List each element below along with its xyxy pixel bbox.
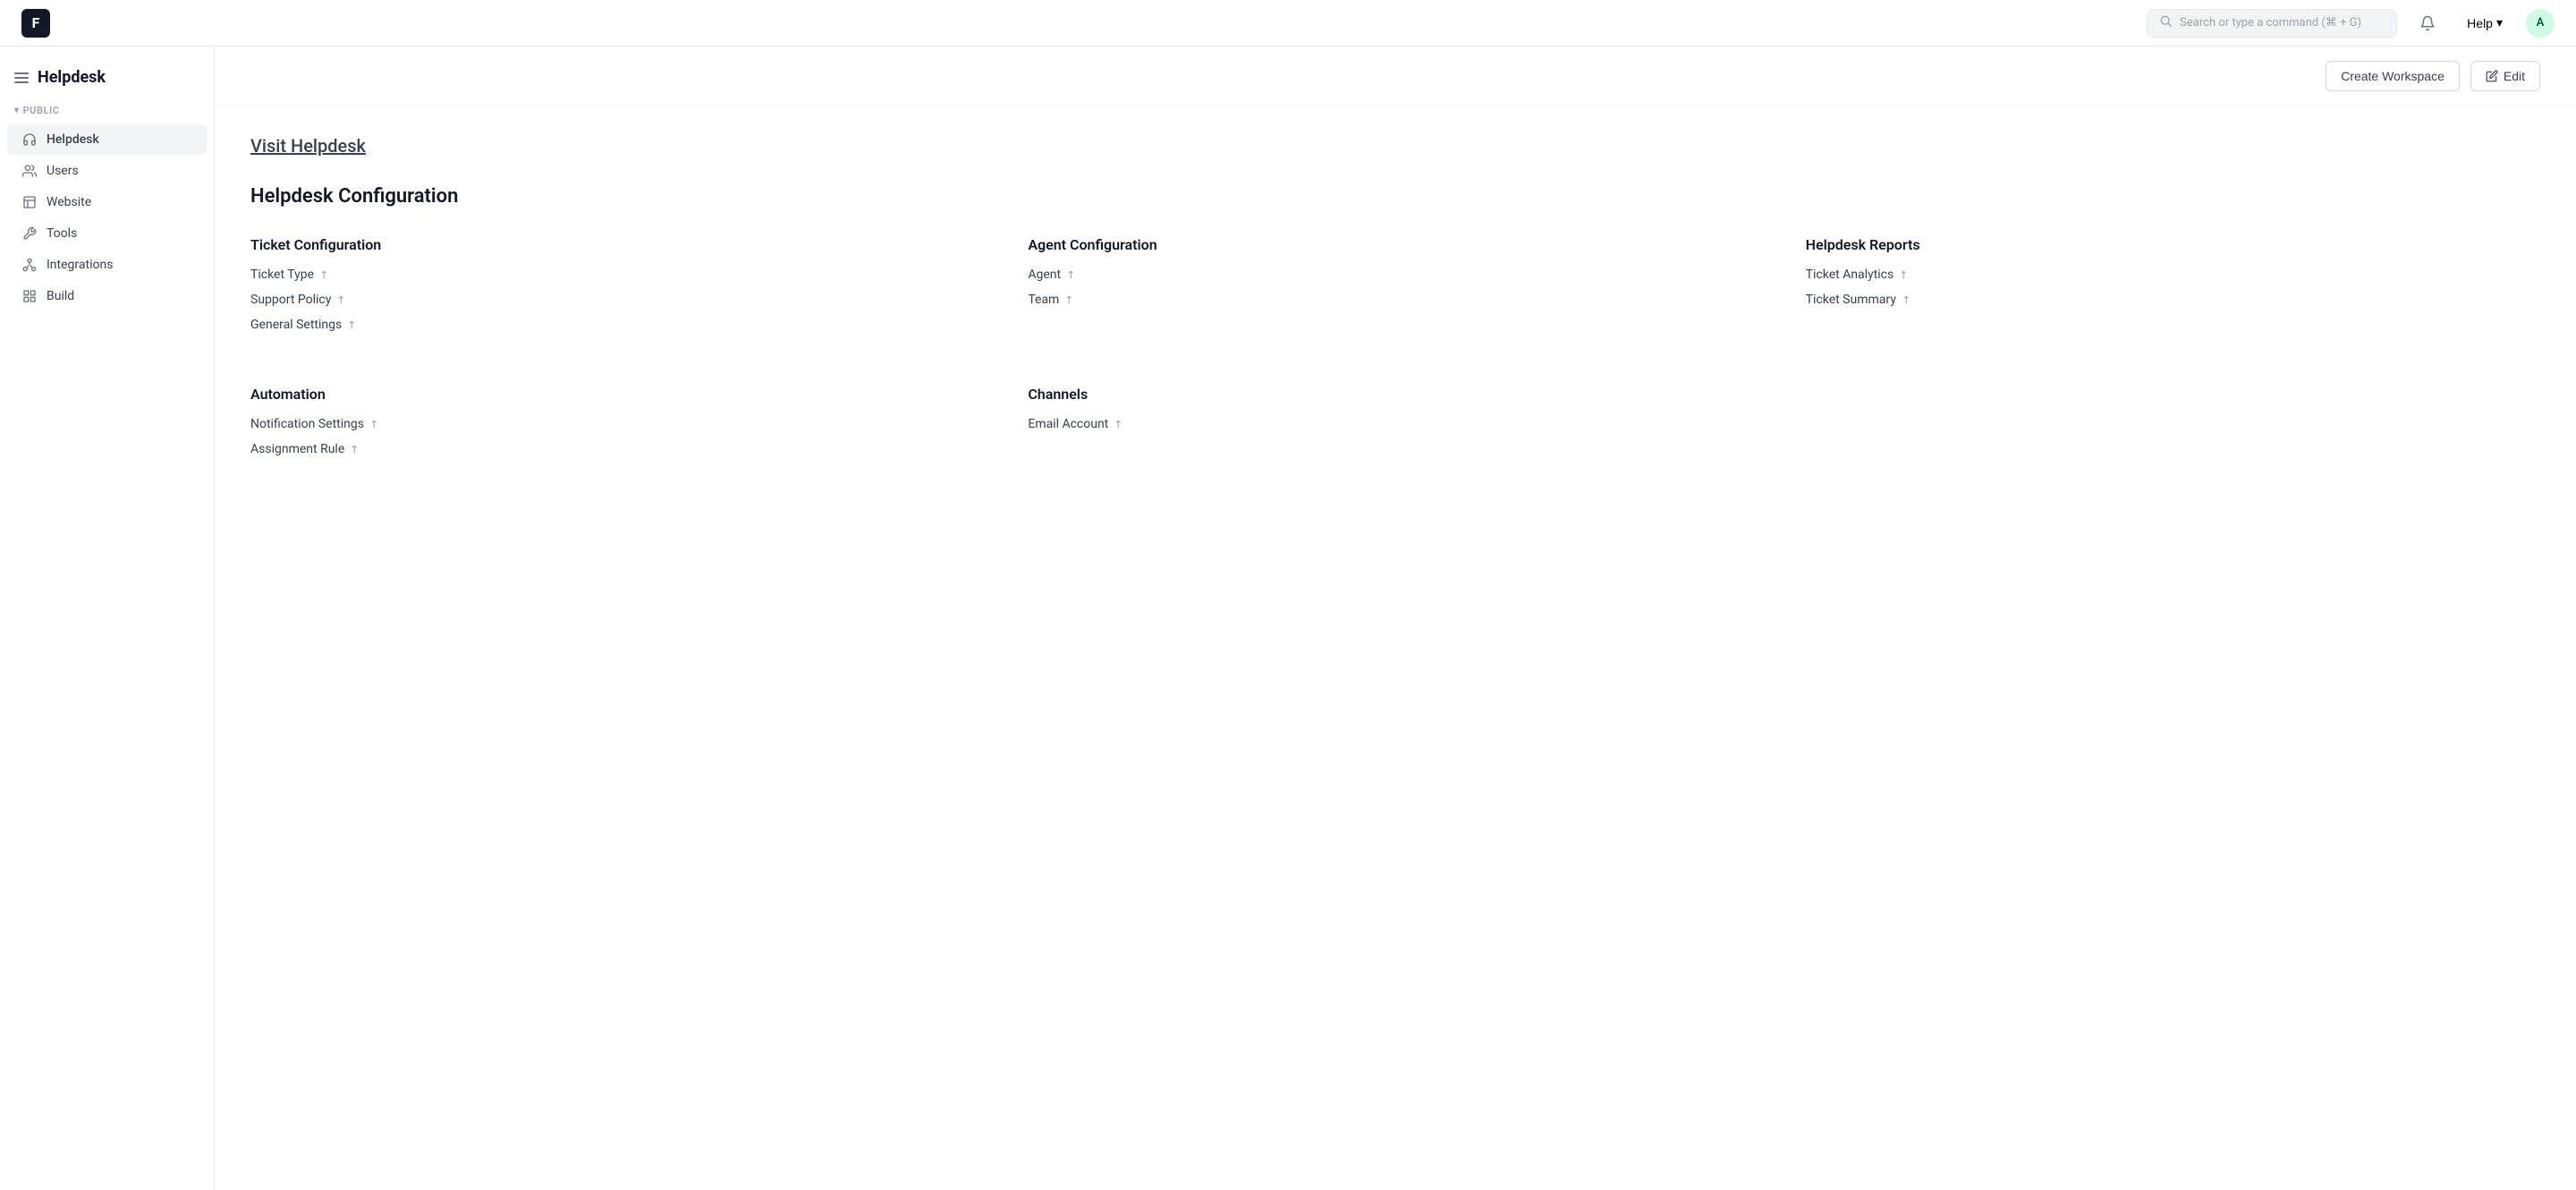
users-icon [21, 163, 38, 179]
email-account-link[interactable]: Email Account ↗ [1028, 417, 1762, 431]
chevron-icon: ▾ [14, 106, 20, 115]
hamburger-icon[interactable] [14, 72, 29, 83]
edit-button[interactable]: Edit [2470, 61, 2540, 91]
arrow-icon: ↗ [347, 441, 362, 456]
help-label: Help [2467, 16, 2493, 30]
support-policy-link[interactable]: Support Policy ↗ [250, 293, 985, 307]
integrations-icon [21, 257, 38, 273]
sidebar-item-users[interactable]: Users [7, 156, 207, 186]
config-grid-bottom: Automation Notification Settings ↗ Assig… [250, 386, 2540, 467]
ticket-summary-link[interactable]: Ticket Summary ↗ [1806, 293, 2540, 307]
agent-config-title: Agent Configuration [1028, 236, 1762, 253]
content-header: Create Workspace Edit [215, 47, 2576, 106]
bell-icon [2419, 15, 2436, 31]
channels-title: Channels [1028, 386, 1762, 403]
automation-section: Automation Notification Settings ↗ Assig… [250, 386, 985, 467]
arrow-icon: ↗ [1896, 267, 1911, 282]
content-area: Create Workspace Edit Visit Helpdesk Hel… [215, 47, 2576, 1190]
agent-link[interactable]: Agent ↗ [1028, 268, 1762, 282]
content-main: Visit Helpdesk Helpdesk Configuration Ti… [215, 106, 2576, 496]
arrow-icon: ↗ [366, 416, 381, 431]
sidebar-item-label: Users [47, 164, 79, 178]
avatar[interactable]: A [2526, 9, 2555, 38]
topbar-left: F [21, 9, 50, 38]
edit-icon [2486, 70, 2498, 82]
helpdesk-reports-section: Helpdesk Reports Ticket Analytics ↗ Tick… [1806, 236, 2540, 343]
topbar-right: Search or type a command (⌘ + G) Help ▾ … [2147, 7, 2555, 39]
automation-title: Automation [250, 386, 985, 403]
sidebar-item-label: Integrations [47, 258, 113, 272]
layout-icon [21, 194, 38, 210]
sidebar: Helpdesk ▾ PUBLIC Helpdesk [0, 47, 215, 1190]
topbar: F Search or type a command (⌘ + G) Help … [0, 0, 2576, 47]
sidebar-item-build[interactable]: Build [7, 281, 207, 311]
headset-icon [21, 132, 38, 148]
sidebar-item-label: Tools [47, 226, 77, 241]
sidebar-item-integrations[interactable]: Integrations [7, 250, 207, 280]
arrow-icon: ↗ [334, 292, 349, 307]
search-bar[interactable]: Search or type a command (⌘ + G) [2147, 9, 2397, 38]
sidebar-item-tools[interactable]: Tools [7, 218, 207, 249]
search-placeholder: Search or type a command (⌘ + G) [2180, 16, 2361, 30]
general-settings-link[interactable]: General Settings ↗ [250, 318, 985, 332]
tools-icon [21, 225, 38, 242]
build-icon [21, 288, 38, 304]
sidebar-section-label: ▾ PUBLIC [0, 101, 214, 123]
ticket-config-title: Ticket Configuration [250, 236, 985, 253]
assignment-rule-link[interactable]: Assignment Rule ↗ [250, 442, 985, 456]
arrow-icon: ↗ [1063, 267, 1079, 282]
chevron-down-icon: ▾ [2496, 15, 2503, 30]
config-title: Helpdesk Configuration [250, 185, 2540, 208]
sidebar-item-website[interactable]: Website [7, 187, 207, 217]
sidebar-item-label: Website [47, 195, 91, 209]
search-icon [2160, 15, 2173, 31]
ticket-config-section: Ticket Configuration Ticket Type ↗ Suppo… [250, 236, 985, 343]
config-grid-top: Ticket Configuration Ticket Type ↗ Suppo… [250, 236, 2540, 343]
agent-config-section: Agent Configuration Agent ↗ Team ↗ [1028, 236, 1762, 343]
sidebar-item-label: Build [47, 289, 74, 303]
sidebar-title: Helpdesk [38, 68, 106, 87]
edit-label: Edit [2504, 69, 2525, 83]
logo[interactable]: F [21, 9, 50, 38]
sidebar-item-helpdesk[interactable]: Helpdesk [7, 124, 207, 155]
ticket-type-link[interactable]: Ticket Type ↗ [250, 268, 985, 282]
ticket-analytics-link[interactable]: Ticket Analytics ↗ [1806, 268, 2540, 282]
channels-section: Channels Email Account ↗ [1028, 386, 1762, 467]
empty-section [1806, 386, 2540, 467]
arrow-icon: ↗ [1062, 292, 1077, 307]
arrow-icon: ↗ [317, 267, 332, 282]
helpdesk-reports-title: Helpdesk Reports [1806, 236, 2540, 253]
notification-settings-link[interactable]: Notification Settings ↗ [250, 417, 985, 431]
arrow-icon: ↗ [344, 317, 360, 332]
sidebar-item-label: Helpdesk [47, 132, 99, 147]
arrow-icon: ↗ [1111, 416, 1126, 431]
main-layout: Helpdesk ▾ PUBLIC Helpdesk [0, 0, 2576, 1190]
help-button[interactable]: Help ▾ [2458, 10, 2512, 36]
create-workspace-button[interactable]: Create Workspace [2326, 61, 2460, 91]
arrow-icon: ↗ [1898, 292, 1913, 307]
notification-button[interactable] [2411, 7, 2444, 39]
sidebar-header: Helpdesk [0, 61, 214, 101]
team-link[interactable]: Team ↗ [1028, 293, 1762, 307]
visit-helpdesk-link[interactable]: Visit Helpdesk [250, 135, 366, 157]
